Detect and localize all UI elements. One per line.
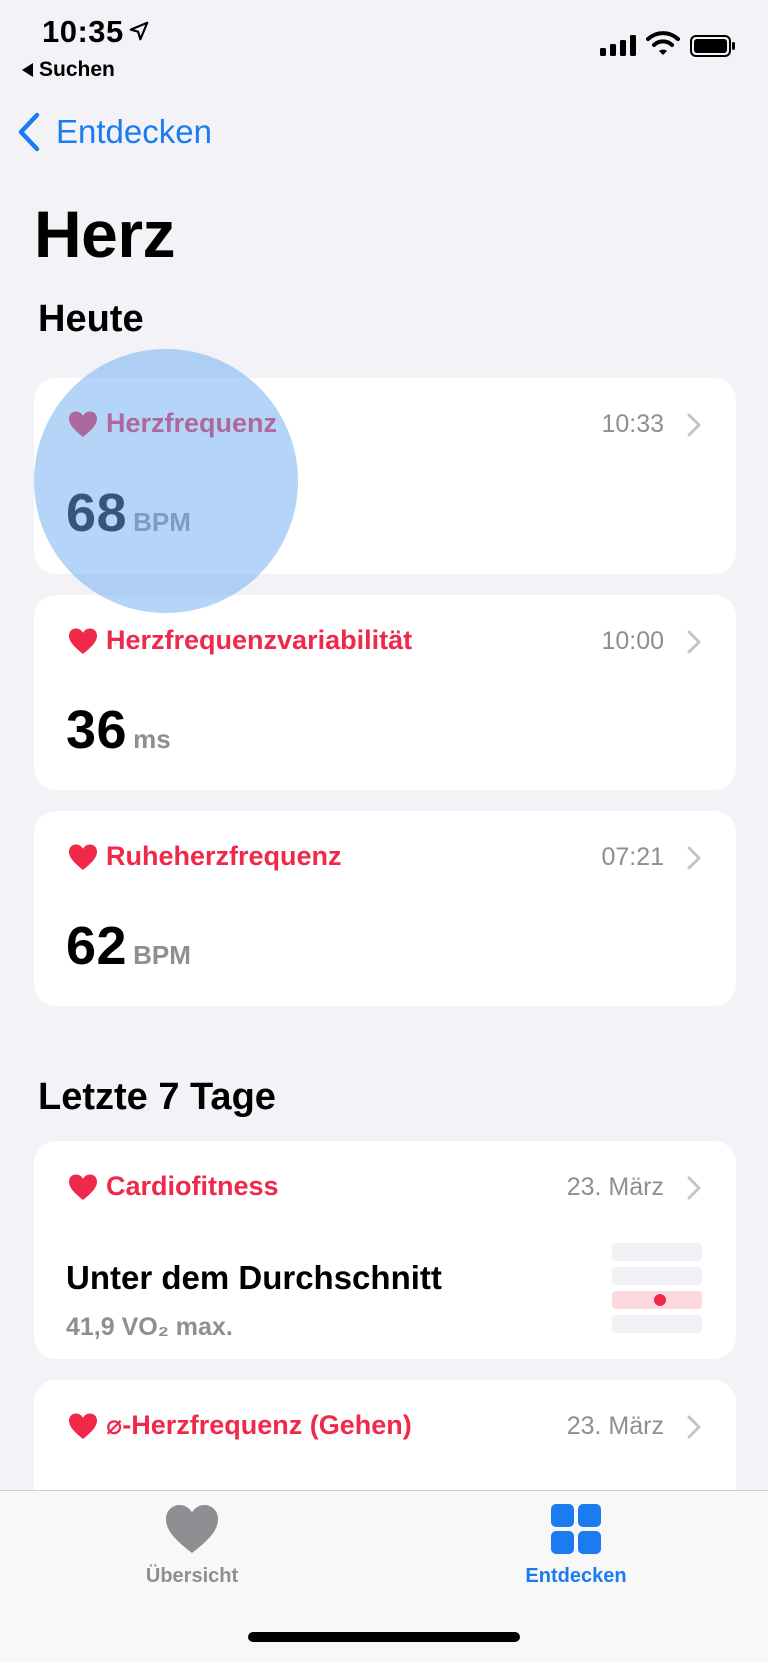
heart-icon — [166, 1505, 218, 1553]
cardio-level-chart — [612, 1243, 702, 1333]
cellular-signal-icon — [600, 34, 636, 56]
tab-label: Entdecken — [525, 1565, 627, 1587]
cardio-status: Unter dem Durchschnitt — [66, 1259, 442, 1296]
card-resting-heart-rate[interactable]: Ruheherzfrequenz 07:21 62 BPM — [34, 811, 736, 1006]
chevron-right-icon — [687, 1176, 701, 1200]
card-time: 10:00 — [601, 627, 664, 655]
level-row — [612, 1243, 702, 1261]
cardio-detail: 41,9 VO₂ max. — [66, 1313, 233, 1341]
nav-back-label: Entdecken — [56, 113, 212, 150]
card-time: 07:21 — [601, 843, 664, 871]
battery-icon — [690, 35, 735, 57]
card-header: Herzfrequenzvariabilität — [68, 625, 412, 656]
card-date: 23. März — [566, 1173, 664, 1201]
nav-back-button[interactable]: Entdecken — [16, 112, 212, 152]
heart-icon — [69, 411, 97, 437]
card-value-row: 62 BPM — [66, 915, 191, 977]
card-cardio-fitness[interactable]: Cardiofitness 23. März Unter dem Durchsc… — [34, 1141, 736, 1359]
status-bar: 10:35 Suchen — [0, 0, 768, 100]
card-heart-rate-variability[interactable]: Herzfrequenzvariabilität 10:00 36 ms — [34, 595, 736, 790]
card-value: 36 — [66, 700, 128, 760]
card-label: Herzfrequenzvariabilität — [106, 625, 413, 655]
chevron-right-icon — [687, 846, 701, 870]
card-value-row: 68 BPM — [66, 482, 191, 544]
heart-icon — [69, 1174, 97, 1200]
level-marker — [654, 1294, 666, 1306]
home-indicator — [248, 1632, 520, 1642]
card-header: Herzfrequenz — [68, 408, 277, 439]
card-unit: ms — [133, 724, 171, 754]
card-label: Ruheherzfrequenz — [106, 841, 342, 871]
card-unit: BPM — [133, 940, 191, 970]
card-value-row: 36 ms — [66, 699, 171, 761]
tab-discover[interactable]: Entdecken — [476, 1503, 676, 1588]
card-date: 23. März — [566, 1412, 664, 1440]
card-heart-rate[interactable]: Herzfrequenz 10:33 68 BPM — [34, 378, 736, 574]
wifi-icon — [646, 31, 680, 55]
card-label: Cardiofitness — [106, 1171, 279, 1201]
level-row — [612, 1315, 702, 1333]
card-value: 68 — [66, 483, 128, 543]
health-heart-page: 10:35 Suchen Entdecken Herz Heute Herzfr… — [0, 0, 768, 1662]
section-title-today: Heute — [38, 298, 144, 340]
heart-icon — [69, 1413, 97, 1439]
grid-icon — [551, 1504, 601, 1554]
chevron-left-icon — [18, 112, 40, 152]
status-time: 10:35 — [42, 14, 124, 49]
card-header: Cardiofitness — [68, 1171, 279, 1202]
card-label: Herzfrequenz — [106, 408, 278, 438]
card-value: 62 — [66, 916, 128, 976]
card-time: 10:33 — [601, 410, 664, 438]
card-header: ⌀-Herzfrequenz (Gehen) — [68, 1410, 412, 1441]
chevron-right-icon — [687, 413, 701, 437]
back-triangle-icon — [22, 63, 33, 77]
level-row — [612, 1267, 702, 1285]
tab-overview[interactable]: Übersicht — [92, 1503, 292, 1588]
back-to-app-link[interactable]: Suchen — [22, 58, 115, 82]
page-title: Herz — [34, 197, 176, 271]
section-title-last-7-days: Letzte 7 Tage — [38, 1076, 276, 1118]
card-unit: BPM — [133, 507, 191, 537]
back-to-app-label: Suchen — [39, 58, 115, 81]
heart-icon — [69, 844, 97, 870]
chevron-right-icon — [687, 630, 701, 654]
location-arrow-icon — [129, 21, 149, 41]
card-header: Ruheherzfrequenz — [68, 841, 342, 872]
heart-icon — [69, 628, 97, 654]
tab-label: Übersicht — [145, 1565, 239, 1587]
chevron-right-icon — [687, 1415, 701, 1439]
card-label: ⌀-Herzfrequenz (Gehen) — [106, 1410, 412, 1440]
